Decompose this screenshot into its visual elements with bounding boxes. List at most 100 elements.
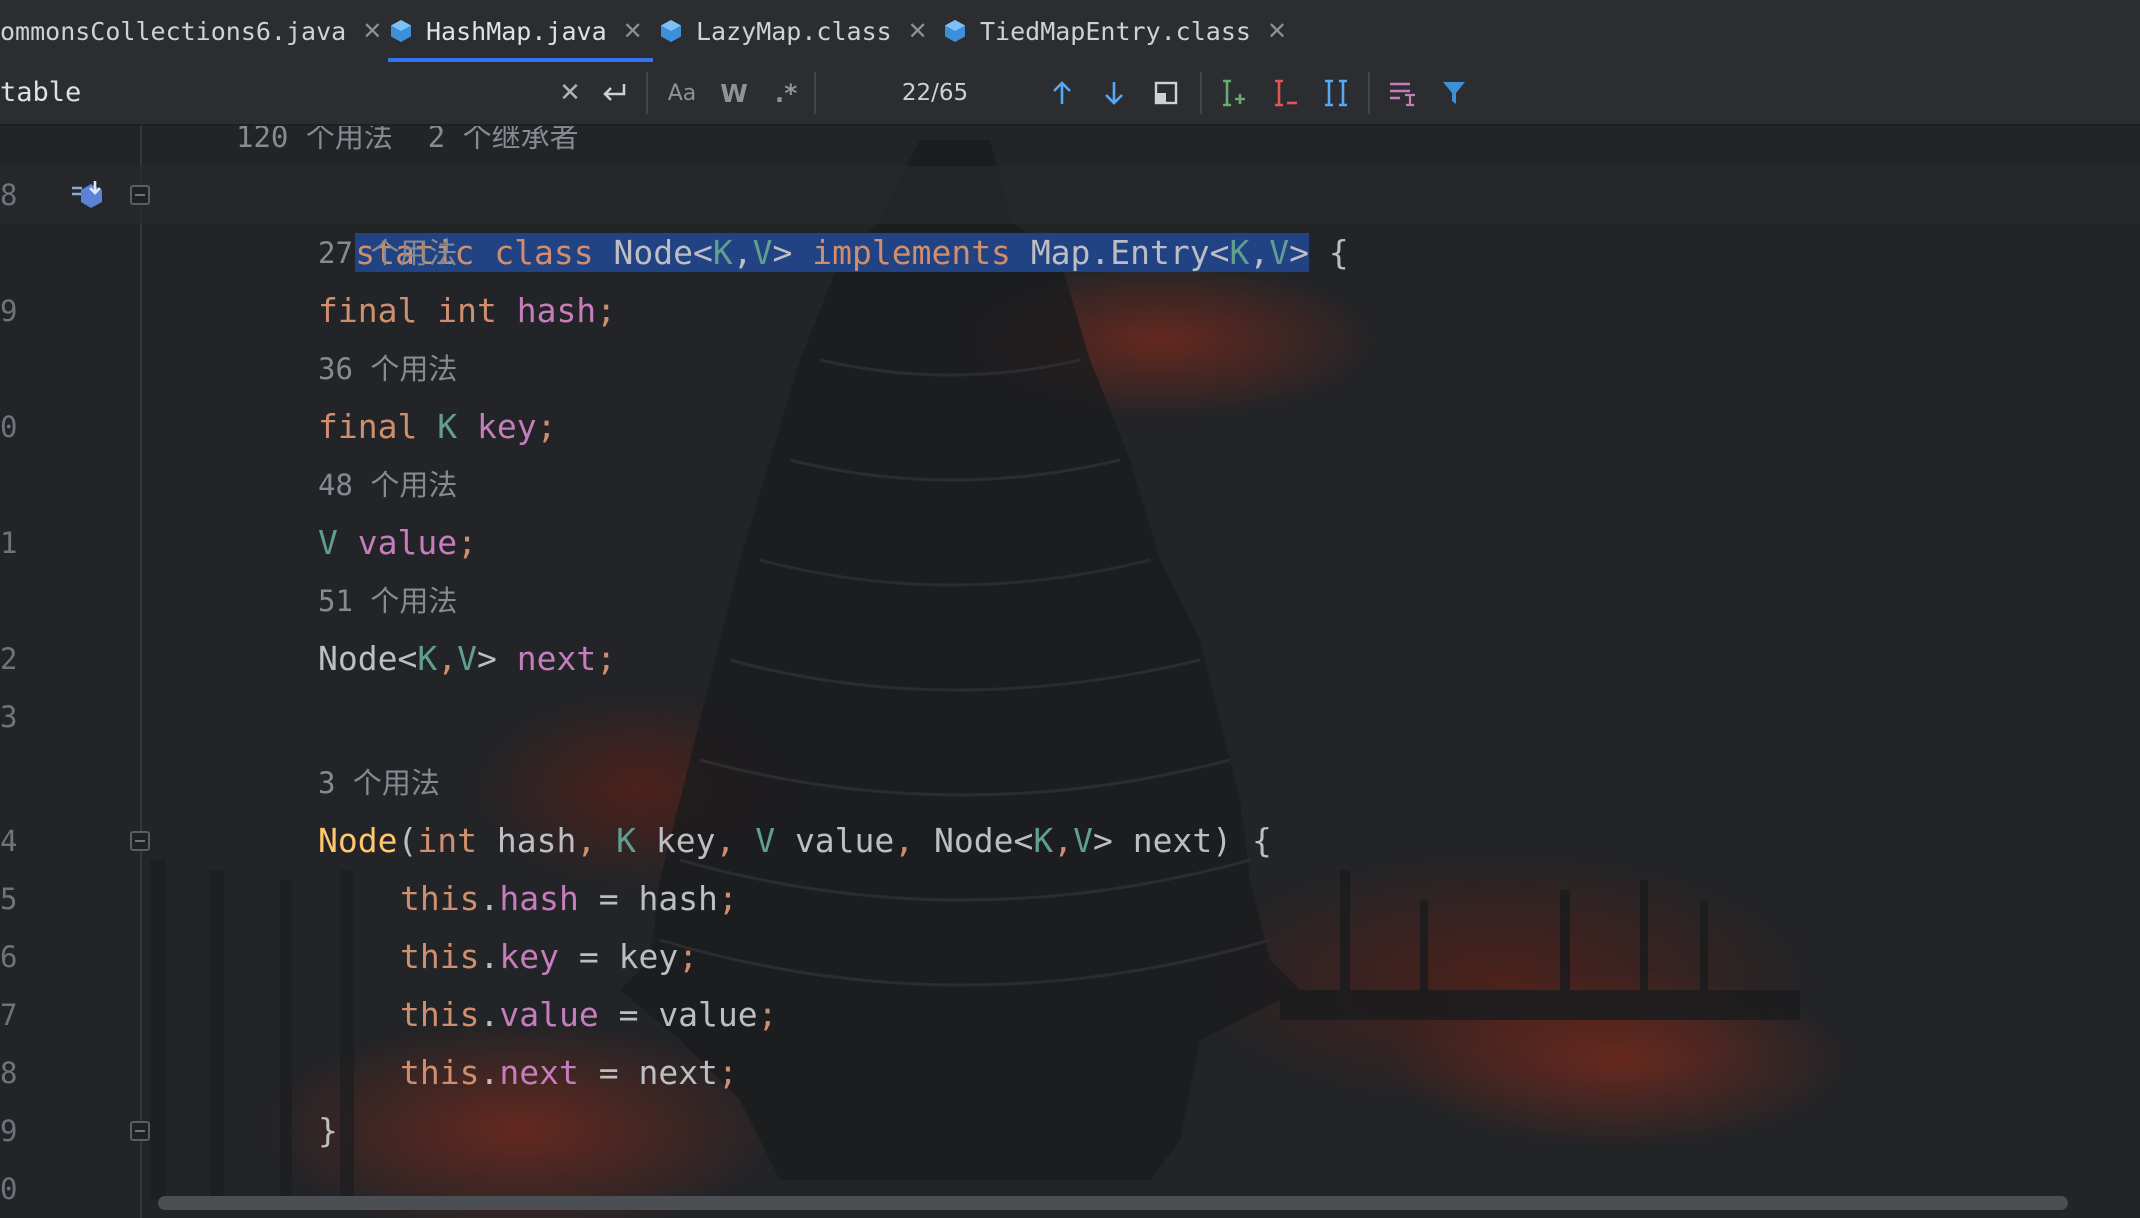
tab-label: HashMap.java [426,16,607,46]
match-case-button[interactable]: Aa [662,73,702,113]
code-token: implements [812,233,1011,272]
code-token: , [437,639,458,678]
code-line: 1 V value; [0,514,2140,572]
tab-tiedmapentry[interactable]: TiedMapEntry.class ✕ [942,0,1287,62]
code-token: , [1053,821,1074,860]
filter-icon[interactable] [1434,73,1474,113]
code-token: , [1249,233,1270,272]
previous-occurrence-icon[interactable] [1042,73,1082,113]
code-token: ; [717,1053,738,1092]
line-number: 8 [0,1056,18,1090]
code-token: Map.Entry< [1030,233,1230,272]
code-token: ) { [1212,821,1272,860]
code-token: > [1093,821,1113,860]
code-token: value [658,995,758,1034]
filter-search-results-icon[interactable] [1382,73,1422,113]
code-token: this [400,879,480,918]
next-occurrence-icon[interactable] [1094,73,1134,113]
tab-label: ommonsCollections6.java [0,16,347,46]
usage-hint: 36 个用法 [318,352,458,386]
code-token: value [357,523,458,562]
code-token: ( [397,821,418,860]
code-token: hash [638,879,718,918]
tab-hashmap[interactable]: HashMap.java ✕ [388,0,653,62]
tab-label: LazyMap.class [696,16,892,46]
add-selection-next-occurrence-icon[interactable] [1212,73,1252,113]
line-number: 0 [0,1172,18,1206]
code-token: ; [678,937,699,976]
fold-toggle-icon[interactable] [130,185,150,205]
code-token: V [1269,233,1290,272]
line-number: 0 [0,410,18,444]
code-token: , [715,821,756,860]
close-icon[interactable]: ✕ [908,17,928,45]
code-token: > [772,233,793,272]
code-token: Node< [318,639,418,678]
code-token: . [479,995,500,1034]
regex-button[interactable]: .* [766,73,806,113]
code-line: 6 this.key = key; [0,928,2140,986]
code-token: K [437,407,458,446]
code-token: ; [536,407,557,446]
fold-toggle-icon[interactable] [130,1121,150,1141]
code-token: K [1033,821,1054,860]
toolbar-divider [1200,72,1202,114]
code-token: , [576,821,617,860]
toolbar-divider [1368,72,1370,114]
code-line: 0 final K key; [0,398,2140,456]
code-token: hash [516,291,597,330]
clear-search-button[interactable]: ✕ [550,73,590,113]
implementations-gutter-icon[interactable] [70,180,108,210]
find-toolbar: table ✕ Aa W .* 22/65 [0,62,2140,126]
line-number: 1 [0,526,18,560]
horizontal-scrollbar[interactable] [158,1196,2068,1210]
code-editor[interactable]: 120 个用法 2 个继承者 8 static class Node<K,V> … [0,120,2140,1218]
line-number: 8 [0,178,18,212]
code-token: this [400,937,480,976]
fold-toggle-icon[interactable] [130,831,150,851]
code-token: next [638,1053,718,1092]
unselect-occurrence-icon[interactable] [1264,73,1304,113]
code-token: ; [717,879,738,918]
tab-lazymap[interactable]: LazyMap.class ✕ [658,0,928,62]
code-token: final [318,291,418,330]
code-token: this [400,995,480,1034]
tab-commonscollections6[interactable]: ommonsCollections6.java ✕ [0,0,382,62]
new-line-icon[interactable] [594,73,634,113]
close-icon[interactable]: ✕ [362,17,382,45]
code-token: V [457,639,477,678]
code-token: value [499,995,599,1034]
class-file-icon [945,20,965,42]
code-token: key [618,937,679,976]
code-token: ; [596,639,617,678]
code-token: final [318,407,418,446]
code-token: } [318,1111,338,1150]
code-line: 8 this.next = next; [0,1044,2140,1102]
code-token: > [1289,233,1309,272]
code-line: 4 Node(int hash, K key, V value, Node<K,… [0,812,2140,870]
line-number: 3 [0,700,18,734]
search-input[interactable]: table [0,62,600,124]
code-token: Node [318,821,398,860]
select-all-occurrences-icon[interactable] [1316,73,1356,113]
toolbar-divider [646,72,648,114]
code-token: , [732,233,753,272]
code-token: key [499,937,559,976]
code-token: int [417,821,477,860]
show-in-find-window-icon[interactable] [1146,73,1186,113]
line-number: 9 [0,1114,18,1148]
words-button[interactable]: W [714,73,754,113]
usage-hint: 3 个用法 [318,766,440,800]
code-token: ; [457,523,477,562]
code-token: value [794,821,895,860]
close-icon[interactable]: ✕ [623,17,643,45]
code-token: > [476,639,497,678]
code-token: next [499,1053,579,1092]
code-line: 8 static class Node<K,V> implements Map.… [0,166,2140,272]
code-token: K [417,639,438,678]
tab-label: TiedMapEntry.class [980,16,1251,46]
close-icon[interactable]: ✕ [1267,17,1287,45]
usage-hint: 51 个用法 [318,584,458,618]
code-line: 2 Node<K,V> next; [0,630,2140,688]
editor-tab-bar: ommonsCollections6.java ✕ HashMap.java ✕… [0,0,2140,64]
